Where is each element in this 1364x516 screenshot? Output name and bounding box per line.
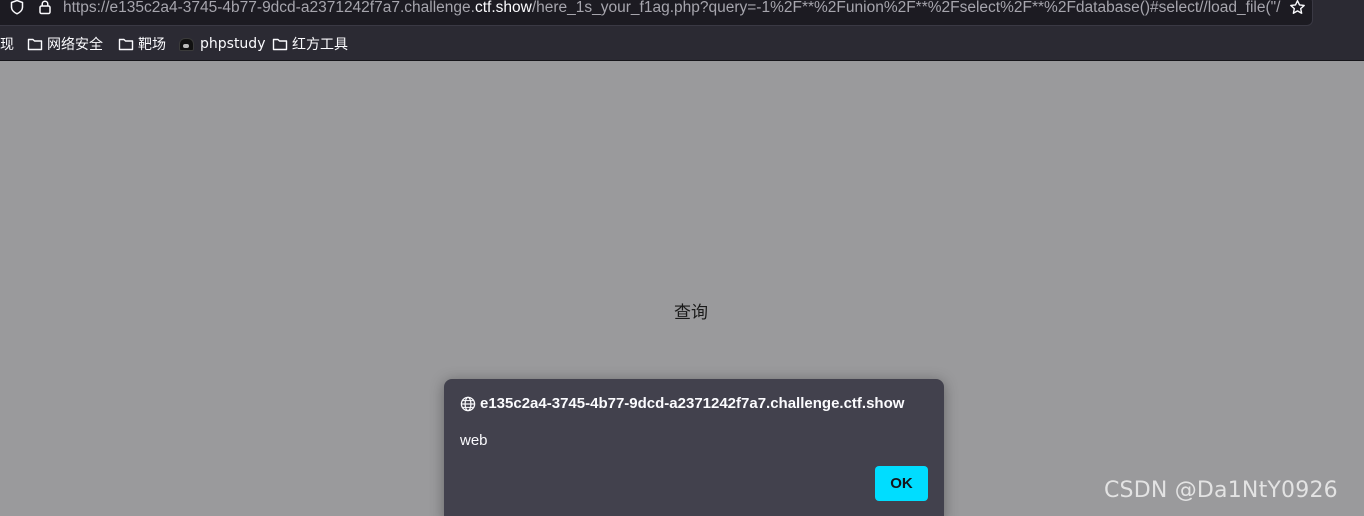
url-text[interactable]: https://e135c2a4-3745-4b77-9dcd-a2371242… <box>63 0 1285 18</box>
alert-dialog: e135c2a4-3745-4b77-9dcd-a2371242f7a7.cha… <box>444 379 944 516</box>
bookmark-label: 靶场 <box>138 37 166 53</box>
query-label: 查询 <box>674 303 708 323</box>
bookmark-folder-network-security[interactable]: 网络安全 <box>27 28 103 60</box>
shield-icon[interactable] <box>9 0 25 15</box>
bookmark-folder-range[interactable]: 靶场 <box>118 28 166 60</box>
bookmark-label: phpstudy <box>200 36 266 52</box>
folder-icon <box>272 38 288 51</box>
url-prefix: https://e135c2a4-3745-4b77-9dcd-a2371242… <box>63 0 475 16</box>
ok-button[interactable]: OK <box>875 466 928 501</box>
bookmark-item-partial[interactable]: 现 <box>0 28 14 60</box>
lock-icon[interactable] <box>37 0 53 15</box>
bookmarks-toolbar: 现 网络安全 靶场 phpstudy 红方工具 <box>0 28 1364 61</box>
dialog-origin: e135c2a4-3745-4b77-9dcd-a2371242f7a7.cha… <box>480 395 905 412</box>
dialog-message: web <box>460 432 488 449</box>
url-path: /here_1s_your_f1ag.php?query=-1%2F**%2Fu… <box>531 0 1281 16</box>
bookmark-label: 红方工具 <box>292 37 348 53</box>
url-bar[interactable]: https://e135c2a4-3745-4b77-9dcd-a2371242… <box>0 0 1313 26</box>
folder-icon <box>118 38 134 51</box>
bookmark-folder-red-team-tools[interactable]: 红方工具 <box>272 28 348 60</box>
bookmark-label: 网络安全 <box>47 37 103 53</box>
watermark: CSDN @Da1NtY0926 <box>1104 478 1338 503</box>
url-domain: ctf.show <box>474 0 532 16</box>
bookmark-label: 现 <box>0 37 14 53</box>
folder-icon <box>27 38 43 51</box>
bookmark-star-icon[interactable] <box>1289 0 1306 16</box>
globe-icon <box>460 396 476 412</box>
bookmark-phpstudy[interactable]: phpstudy <box>179 28 265 60</box>
phpstudy-icon <box>179 37 194 51</box>
navigation-toolbar: https://e135c2a4-3745-4b77-9dcd-a2371242… <box>0 0 1364 28</box>
